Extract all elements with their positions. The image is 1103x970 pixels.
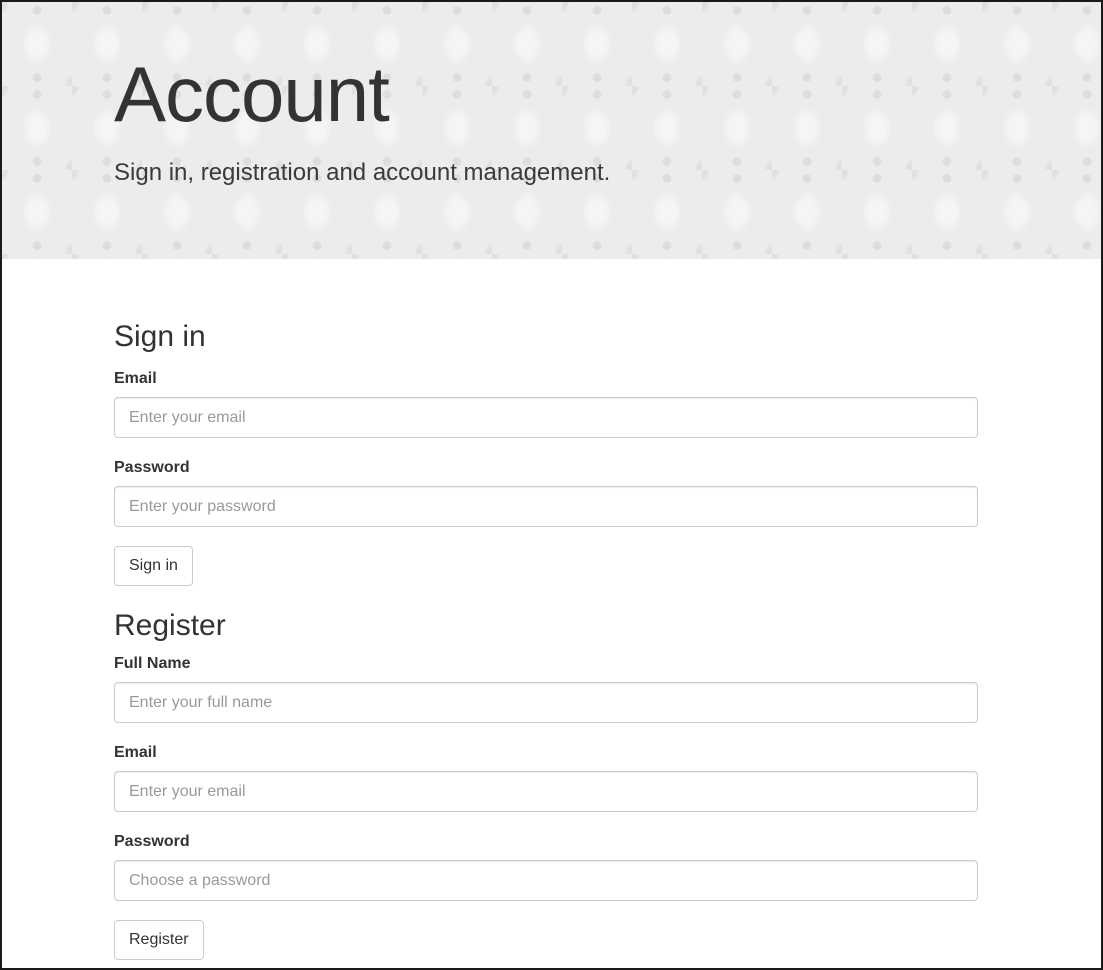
page-header: Account Sign in, registration and accoun… (2, 2, 1101, 259)
signin-password-input[interactable] (114, 486, 978, 527)
register-fullname-label: Full Name (114, 655, 191, 672)
register-password-input[interactable] (114, 860, 978, 901)
register-password-label: Password (114, 833, 190, 850)
register-email-input[interactable] (114, 771, 978, 812)
signin-form: Sign in Email Password Sign in (114, 319, 978, 586)
account-forms: Sign in Email Password Sign in Register … (2, 319, 978, 960)
register-button[interactable]: Register (114, 920, 204, 960)
signin-password-label: Password (114, 459, 190, 476)
register-heading: Register (114, 609, 226, 642)
page-frame: Account Sign in, registration and accoun… (0, 0, 1103, 970)
signin-heading: Sign in (114, 320, 206, 353)
signin-email-input[interactable] (114, 397, 978, 438)
page-title: Account (114, 50, 390, 138)
signin-email-label: Email (114, 370, 157, 387)
signin-button[interactable]: Sign in (114, 546, 193, 586)
register-fullname-input[interactable] (114, 682, 978, 723)
register-email-label: Email (114, 744, 157, 761)
page-subtitle: Sign in, registration and account manage… (114, 159, 611, 186)
register-form: Register Full Name Email Password Regist… (114, 608, 978, 960)
